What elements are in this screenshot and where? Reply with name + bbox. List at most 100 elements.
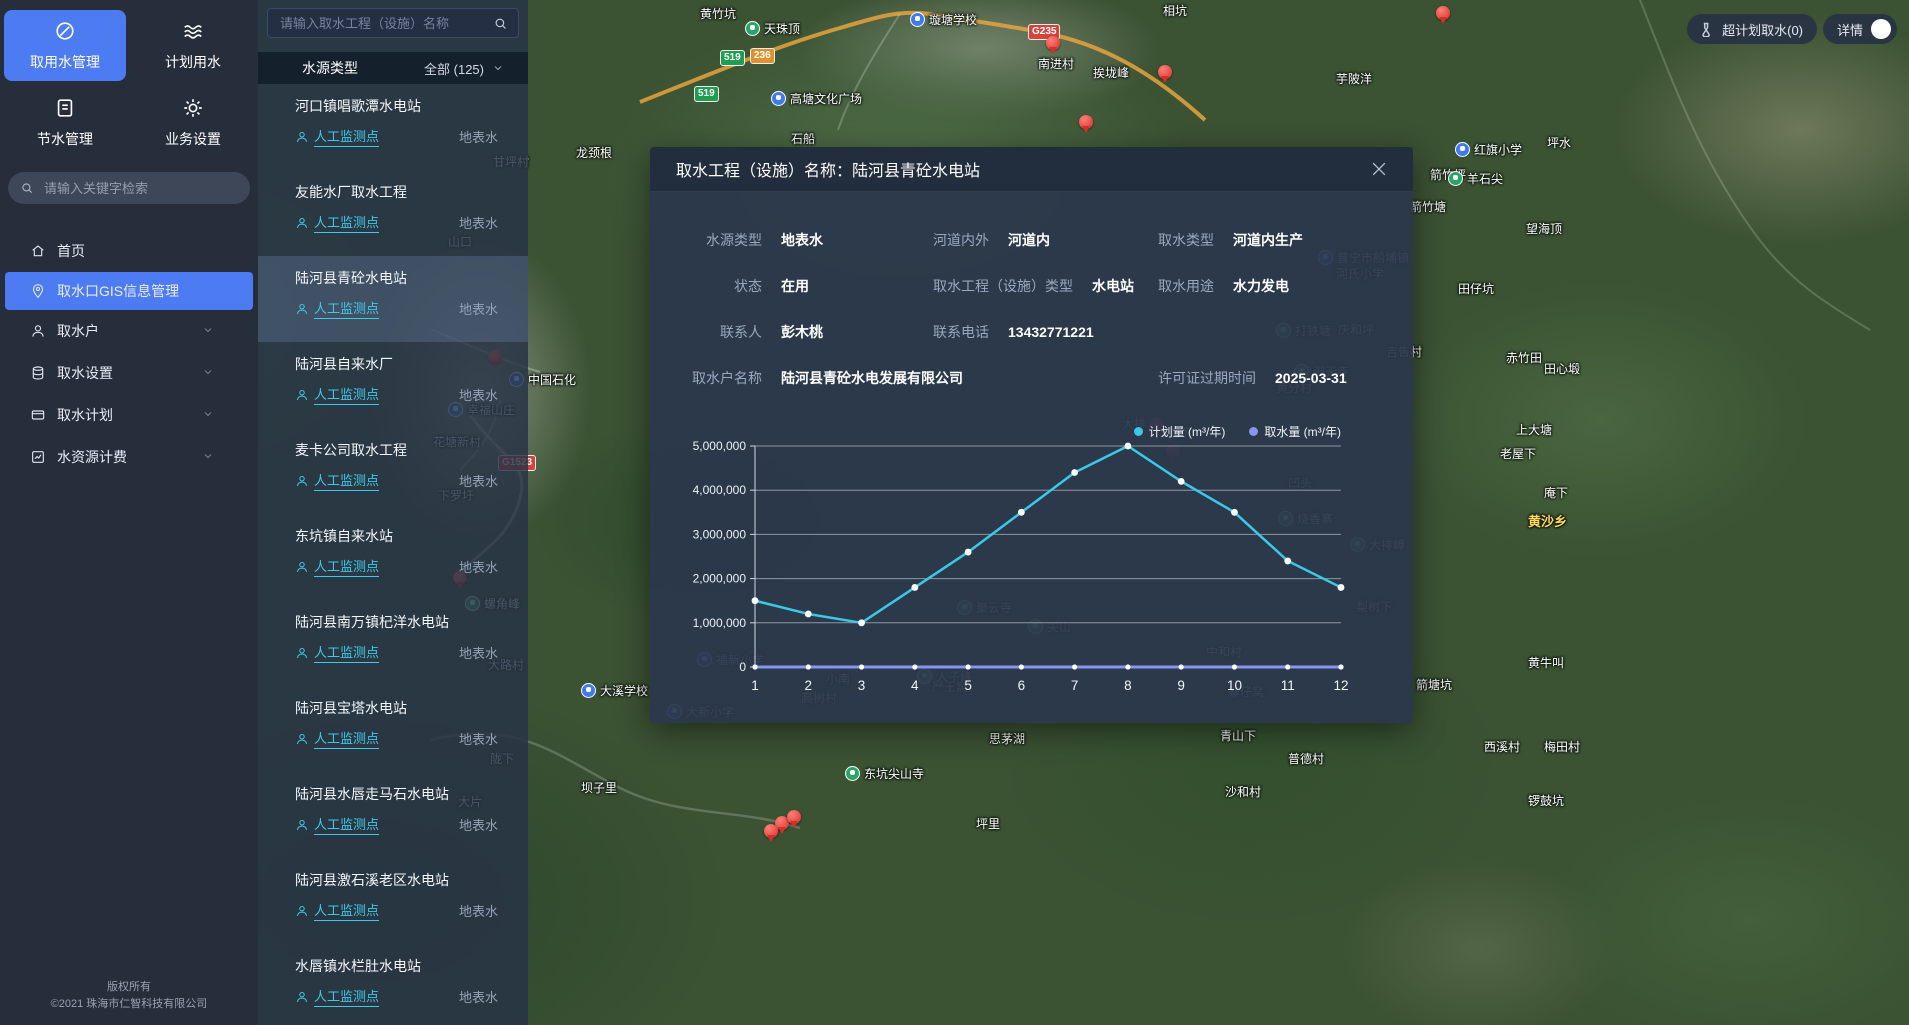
sidebar-item-取水设置[interactable]: 取水设置 [0, 352, 258, 394]
monitor-tag[interactable]: 人工监测点 [314, 642, 379, 663]
monitor-tag[interactable]: 人工监测点 [314, 384, 379, 405]
map-label: 黄沙乡 [1528, 511, 1567, 530]
chevron-down-icon [202, 407, 214, 423]
map-marker-icon[interactable] [1079, 115, 1093, 129]
svg-text:3,000,000: 3,000,000 [693, 527, 747, 541]
station-list-panel: 水源类型 全部 (125) 河口镇唱歌潭水电站人工监测点地表水友能水厂取水工程人… [258, 0, 528, 1025]
sidebar-item-取水计划[interactable]: 取水计划 [0, 394, 258, 436]
field-label: 许可证过期时间 [1158, 368, 1256, 388]
chart-icon [30, 449, 57, 465]
gear-icon [182, 97, 204, 122]
station-name: 陆河县水唇走马石水电站 [295, 784, 498, 804]
list-item[interactable]: 陆河县自来水厂人工监测点地表水 [258, 342, 528, 428]
map-label: 黄牛叫 [1528, 654, 1564, 671]
monitor-tag[interactable]: 人工监测点 [314, 212, 379, 233]
svg-text:12: 12 [1333, 678, 1348, 693]
field-label: 联系电话 [933, 322, 989, 342]
field-row: 水源类型地表水河道内外河道内取水类型河道内生产 [650, 217, 1413, 263]
list-item[interactable]: 陆河县宝塔水电站人工监测点地表水 [258, 686, 528, 772]
list-item[interactable]: 陆河县青砼水电站人工监测点地表水 [258, 256, 528, 342]
map-marker-icon[interactable] [1158, 65, 1172, 79]
field-label: 取水用途 [1158, 276, 1214, 296]
school-badge-icon [581, 683, 596, 698]
search-icon [20, 181, 34, 195]
field-许可证过期时间: 许可证过期时间2025-03-31 [1158, 355, 1347, 401]
svg-text:1: 1 [751, 678, 759, 693]
sidebar-search-input[interactable] [42, 180, 238, 197]
map-label: 红旗小学 [1455, 141, 1522, 158]
field-取水工程（设施）类型: 取水工程（设施）类型水电站 [933, 263, 1134, 309]
field-水源类型: 水源类型地表水 [650, 217, 823, 263]
list-item[interactable]: 陆河县水唇走马石水电站人工监测点地表水 [258, 772, 528, 858]
list-item[interactable]: 陆河县南万镇杞洋水电站人工监测点地表水 [258, 600, 528, 686]
over-plan-pill[interactable]: 超计划取水(0) [1687, 14, 1817, 44]
map-label: 璇塘学校 [910, 11, 977, 28]
map-label: 石船 [791, 130, 815, 147]
module-tile-节水管理[interactable]: 节水管理 [4, 87, 126, 158]
module-tile-取用水管理[interactable]: 取用水管理 [4, 10, 126, 81]
monitor-tag[interactable]: 人工监测点 [314, 298, 379, 319]
monitor-tag[interactable]: 人工监测点 [314, 900, 379, 921]
detail-toggle-pill[interactable]: 详情 [1823, 14, 1897, 44]
field-row: 取水户名称陆河县青砼水电发展有限公司许可证过期时间2025-03-31 [650, 355, 1413, 401]
station-search-input[interactable] [278, 15, 493, 32]
sidebar-item-取水户[interactable]: 取水户 [0, 310, 258, 352]
source-type-filter[interactable]: 水源类型 全部 (125) [258, 52, 528, 84]
svg-text:2,000,000: 2,000,000 [693, 572, 747, 586]
field-value: 地表水 [781, 230, 823, 250]
map-marker-icon[interactable] [787, 810, 801, 824]
card-icon [30, 407, 57, 423]
search-icon [493, 16, 508, 31]
person-icon [295, 990, 309, 1004]
svg-text:11: 11 [1281, 678, 1295, 693]
list-item[interactable]: 麦卡公司取水工程人工监测点地表水 [258, 428, 528, 514]
filter-value[interactable]: 全部 (125) [424, 59, 484, 78]
monitor-tag[interactable]: 人工监测点 [314, 986, 379, 1007]
field-row: 联系人彭木桃联系电话13432771221 [650, 309, 1413, 355]
map-label: 思茅湖 [989, 730, 1025, 747]
field-取水类型: 取水类型河道内生产 [1158, 217, 1303, 263]
module-tile-计划用水[interactable]: 计划用水 [132, 10, 254, 81]
monitor-tag[interactable]: 人工监测点 [314, 728, 379, 749]
map-label: 芋陂洋 [1336, 70, 1372, 87]
chevron-down-icon [202, 323, 214, 339]
svg-text:8: 8 [1124, 678, 1132, 693]
meter-icon [54, 20, 76, 45]
field-取水用途: 取水用途水力发电 [1158, 263, 1289, 309]
map-marker-icon[interactable] [1046, 36, 1060, 50]
waves-icon [182, 20, 204, 45]
list-item[interactable]: 水唇镇水栏肚水电站人工监测点地表水 [258, 944, 528, 1017]
field-联系电话: 联系电话13432771221 [933, 309, 1094, 355]
sidebar-item-取水口GIS信息管理[interactable]: 取水口GIS信息管理 [5, 272, 253, 310]
field-value: 陆河县青砼水电发展有限公司 [781, 368, 963, 388]
sidebar-item-首页[interactable]: 首页 [0, 230, 258, 272]
monitor-tag[interactable]: 人工监测点 [314, 814, 379, 835]
list-item[interactable]: 东坑镇自来水站人工监测点地表水 [258, 514, 528, 600]
field-value: 水力发电 [1233, 276, 1289, 296]
svg-text:6: 6 [1018, 678, 1026, 693]
field-value: 河道内 [1008, 230, 1050, 250]
list-item[interactable]: 陆河县激石溪老区水电站人工监测点地表水 [258, 858, 528, 944]
sidebar-item-水资源计费[interactable]: 水资源计费 [0, 436, 258, 478]
monitor-tag[interactable]: 人工监测点 [314, 556, 379, 577]
list-item[interactable]: 友能水厂取水工程人工监测点地表水 [258, 170, 528, 256]
station-name: 友能水厂取水工程 [295, 182, 498, 202]
sidebar-search[interactable] [8, 172, 250, 204]
list-item[interactable]: 河口镇唱歌潭水电站人工监测点地表水 [258, 84, 528, 170]
toggle-knob[interactable] [1871, 19, 1891, 39]
map-marker-icon[interactable] [1436, 6, 1450, 20]
monitor-tag[interactable]: 人工监测点 [314, 126, 379, 147]
water-type: 地表水 [459, 385, 498, 404]
map-label: 西溪村 [1484, 738, 1520, 755]
module-tile-业务设置[interactable]: 业务设置 [132, 87, 254, 158]
station-search[interactable] [267, 8, 519, 38]
close-icon[interactable] [1369, 159, 1389, 179]
map-marker-icon[interactable] [764, 824, 778, 838]
home-icon [30, 243, 57, 259]
monitor-tag[interactable]: 人工监测点 [314, 470, 379, 491]
map-label: 挨垅峰 [1093, 64, 1129, 81]
filter-label: 水源类型 [302, 58, 358, 78]
map-label: 青山下 [1220, 727, 1256, 744]
field-label: 联系人 [650, 322, 762, 342]
map-label: 赤竹田 [1506, 349, 1542, 366]
